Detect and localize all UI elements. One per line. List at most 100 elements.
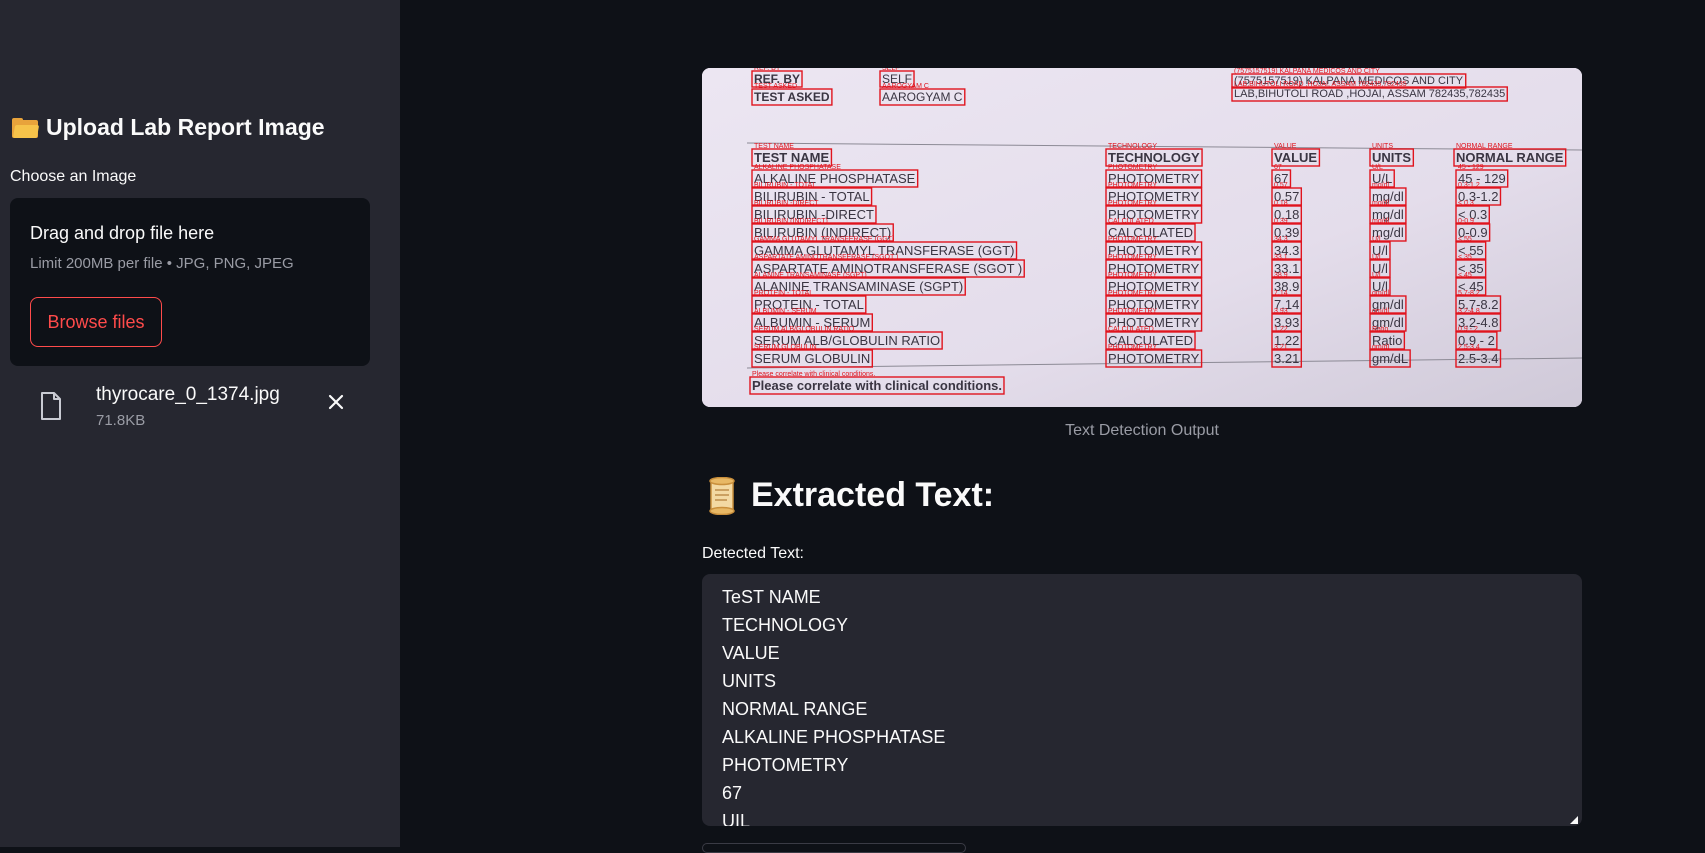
detection-label: NORMAL RANGE — [1456, 143, 1513, 150]
sidebar: Upload Lab Report Image Choose an Image … — [0, 0, 400, 847]
report-cell: 3.21 — [1274, 351, 1299, 366]
detection-label: Ratio — [1372, 326, 1388, 333]
detection-label: 2.5-3.4 — [1458, 344, 1480, 351]
image-caption: Text Detection Output — [1065, 422, 1219, 439]
close-icon[interactable] — [326, 392, 346, 412]
detection-label: 0.9 - 2 — [1458, 326, 1478, 333]
sidebar-header: Upload Lab Report Image — [12, 114, 325, 141]
dropzone-limit: Limit 200MB per file • JPG, PNG, JPEG — [30, 255, 294, 272]
detection-label: BILIRUBIN (INDIRECT) — [754, 218, 828, 225]
detection-label: ALKALINE PHOSPHATASE — [754, 164, 841, 171]
report-test-asked-label: TEST ASKED — [754, 90, 830, 104]
file-size: 71.8KB — [96, 412, 146, 429]
detection-label: Please correlate with clinical condition… — [752, 371, 875, 378]
report-cell: gm/dL — [1372, 351, 1408, 366]
sidebar-header-text: Upload Lab Report Image — [46, 114, 325, 140]
text-detection-image: REF. BY REF. BY SELF SELF TEST ASKED TEST ASK… — [702, 68, 1582, 407]
section-title-text: Extracted Text: — [751, 476, 995, 514]
report-footer: Please correlate with clinical condition… — [752, 378, 1002, 393]
detection-label: ALANINE TRANSAMINASE (SGPT) — [754, 272, 867, 279]
detection-label: GAMMA GLUTAMYL TRANSFERASE (GGT) — [754, 236, 894, 243]
report-cell: SERUM GLOBULIN — [754, 351, 870, 366]
report-cell: PHOTOMETRY — [1108, 351, 1200, 366]
detection-label: 1.22 — [1274, 326, 1288, 333]
detection-label: PHOTOMETRY — [1108, 344, 1157, 351]
detected-text-line: VALUE — [722, 643, 780, 663]
detected-text-line: NORMAL RANGE — [722, 699, 868, 719]
detection-label: PHOTOMETRY — [1108, 164, 1157, 171]
detection-label: BILIRUBIN -DIRECT — [754, 200, 819, 207]
detection-label: 3.93 — [1274, 308, 1288, 315]
detection-label: 0.57 — [1274, 182, 1288, 189]
detection-label: TEST ASKED — [754, 83, 797, 90]
choose-image-label: Choose an Image — [10, 168, 137, 185]
detection-label: < 55 — [1458, 236, 1472, 243]
detection-label: U/l — [1372, 236, 1381, 243]
detection-label: SELF — [882, 68, 900, 72]
section-title: Extracted Text: — [705, 476, 994, 515]
detection-label: AAROGYAM C — [882, 83, 929, 90]
detection-label: 0-0.9 — [1458, 218, 1474, 225]
detection-label: 45 - 129 — [1458, 164, 1484, 171]
detection-label: gm/dL — [1372, 344, 1392, 351]
detection-label: gm/dl — [1372, 308, 1390, 315]
detection-label: 3.2-4.8 — [1458, 308, 1480, 315]
detection-label: PHOTOMETRY — [1108, 290, 1157, 297]
detection-label: 7.14 — [1274, 290, 1288, 297]
report-column-header: VALUE — [1274, 150, 1317, 165]
detection-label: VALUE — [1274, 143, 1297, 150]
detection-label: 0.39 — [1274, 218, 1288, 225]
detection-label: CALCULATED — [1108, 218, 1154, 225]
file-dropzone[interactable]: Drag and drop file here Limit 200MB per … — [10, 198, 370, 366]
detected-text-line: TeST NAME — [722, 587, 821, 607]
detection-label: PHOTOMETRY — [1108, 182, 1157, 189]
file-name: thyrocare_0_1374.jpg — [96, 384, 280, 405]
report-image-svg: REF. BYREF. BYSELFSELFTEST ASKEDTEST ASK… — [702, 68, 1582, 407]
detection-label: gm/dl — [1372, 290, 1390, 297]
detection-label: < 45 — [1458, 272, 1472, 279]
detected-text-line: 67 — [722, 783, 743, 803]
detection-label: mg/dl — [1372, 182, 1390, 189]
detection-label: REF. BY — [754, 68, 781, 72]
report-test-asked-value: AAROGYAM C — [882, 90, 963, 104]
report-column-header: TEST NAME — [754, 150, 829, 165]
detected-text-area[interactable]: TeST NAME TECHNOLOGY VALUE UNITS NORMAL RANG… — [702, 574, 1582, 826]
uploaded-file: thyrocare_0_1374.jpg 71.8KB — [36, 384, 366, 434]
detection-label: PROTEIN - TOTAL — [754, 290, 813, 297]
detection-label: PHOTOMETRY — [1108, 308, 1157, 315]
detection-label: 3.21 — [1274, 344, 1288, 351]
detection-label: U/l — [1372, 254, 1381, 261]
report-column-header: TECHNOLOGY — [1108, 150, 1200, 165]
resize-handle-icon[interactable] — [1570, 816, 1578, 824]
detection-label: PHOTOMETRY — [1108, 254, 1157, 261]
detected-text-line: PHOTOMETRY — [722, 755, 849, 775]
detection-label: CALCULATED — [1108, 326, 1154, 333]
detection-label: 67 — [1274, 164, 1282, 171]
detection-label: 34.3 — [1274, 236, 1288, 243]
detection-label: 38.9 — [1274, 272, 1288, 279]
detection-label: mg/dl — [1372, 200, 1390, 207]
detection-label: SERUM GLOBULIN — [754, 344, 817, 351]
browse-files-button[interactable]: Browse files — [30, 297, 162, 347]
detected-text-label: Detected Text: — [702, 545, 804, 562]
detection-label: PHOTOMETRY — [1108, 272, 1157, 279]
scroll-icon — [709, 476, 735, 515]
detection-label: 33.1 — [1274, 254, 1288, 261]
detection-label: PHOTOMETRY — [1108, 200, 1157, 207]
detection-label: U/l — [1372, 272, 1381, 279]
report-column-header: UNITS — [1372, 150, 1411, 165]
partial-element — [702, 843, 966, 853]
detection-label: TEST NAME — [754, 143, 794, 150]
detection-label: (7575157519) KALPANA MEDICOS AND CITY — [1234, 68, 1380, 75]
report-address-line: LAB,BIHUTOLI ROAD ,HOJAI, ASSAM 782435,7… — [1234, 88, 1505, 100]
detection-label: ASPARTATE AMINOTRANSFERASE (SGOT ) — [754, 254, 898, 261]
file-icon — [41, 392, 61, 420]
detected-text-line: UIL — [722, 811, 751, 826]
detection-label: mg/dl — [1372, 218, 1390, 225]
detected-text-line: TECHNOLOGY — [722, 615, 849, 635]
detected-text-line: ALKALINE PHOSPHATASE — [722, 727, 946, 747]
detected-text-lines: TeST NAME TECHNOLOGY VALUE UNITS NORMAL RANG… — [722, 583, 945, 826]
detected-text-line: UNITS — [722, 671, 776, 691]
detection-label: BILIRUBIN - TOTAL — [754, 182, 816, 189]
detection-label: LAB,BIHUTOLI ROAD ,HOJAI, ASSAM 782435,7… — [1234, 81, 1407, 88]
